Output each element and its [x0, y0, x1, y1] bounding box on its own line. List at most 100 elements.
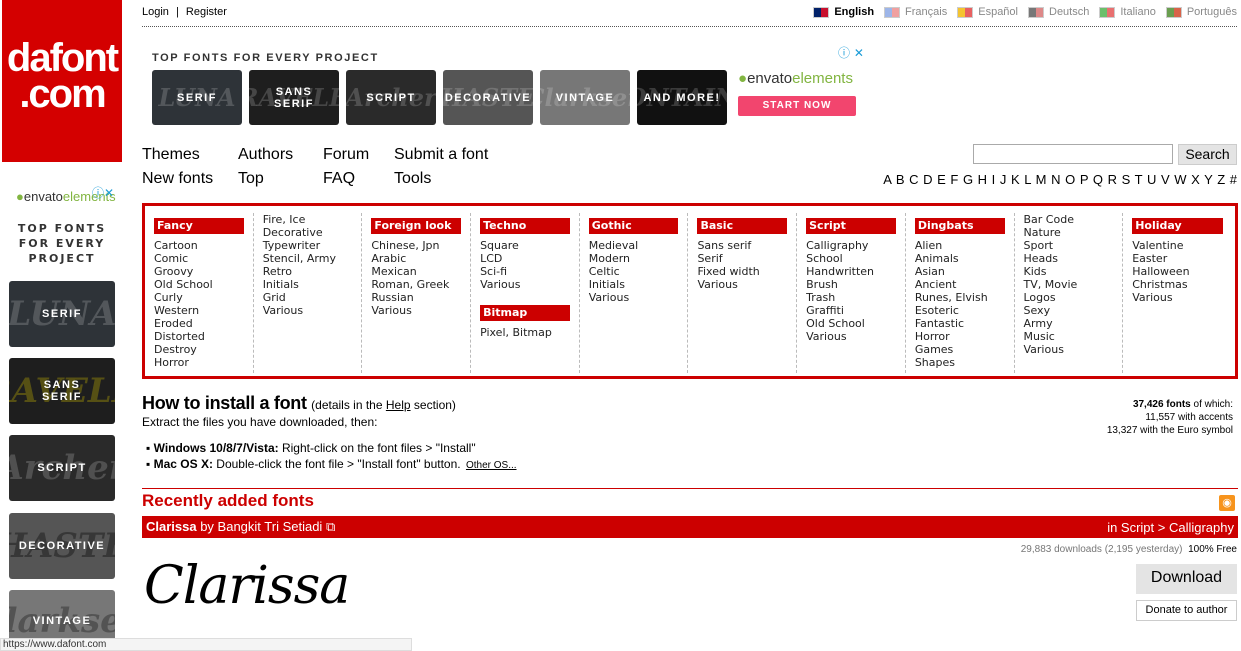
other-os-link[interactable]: Other OS...: [466, 460, 517, 471]
category-link[interactable]: School: [806, 252, 896, 265]
category-link[interactable]: Celtic: [589, 265, 679, 278]
dafont-logo[interactable]: dafont .com: [2, 0, 122, 162]
category-link[interactable]: Russian: [371, 291, 461, 304]
category-link[interactable]: Fixed width: [697, 265, 787, 278]
category-link[interactable]: Arabic: [371, 252, 461, 265]
category-link[interactable]: Cartoon: [154, 239, 244, 252]
nav-themes[interactable]: Themes: [142, 146, 200, 164]
search-button[interactable]: Search: [1178, 144, 1237, 165]
nav-authors[interactable]: Authors: [238, 146, 293, 164]
font-preview[interactable]: Clarissa: [144, 556, 350, 616]
category-link[interactable]: Typewriter: [263, 239, 353, 252]
category-link[interactable]: Trash: [806, 291, 896, 304]
category-link[interactable]: Various: [371, 304, 461, 317]
category-link[interactable]: Destroy: [154, 343, 244, 356]
category-link[interactable]: Graffiti: [806, 304, 896, 317]
login-link[interactable]: Login: [142, 6, 169, 18]
font-category-link[interactable]: in Script > Calligraphy: [1107, 520, 1234, 535]
ad-tile-decorative[interactable]: HASTE DECORATIVE: [443, 70, 533, 125]
category-link[interactable]: Chinese, Jpn: [371, 239, 461, 252]
ad-tile-and-more-[interactable]: FONTAINEAND MORE!: [637, 70, 727, 125]
category-link[interactable]: Various: [697, 278, 787, 291]
category-link[interactable]: Halloween: [1132, 265, 1223, 278]
category-link[interactable]: Sexy: [1024, 304, 1114, 317]
download-button[interactable]: Download: [1136, 564, 1237, 594]
category-link[interactable]: Retro: [263, 265, 353, 278]
category-header[interactable]: Script: [806, 218, 896, 234]
nav-tools[interactable]: Tools: [394, 170, 431, 188]
search-input[interactable]: [973, 144, 1173, 164]
language-1[interactable]: Français: [884, 6, 947, 18]
category-header[interactable]: Fancy: [154, 218, 244, 234]
ad-info-close-icon[interactable]: ⓘ✕: [92, 184, 114, 201]
category-link[interactable]: Runes, Elvish: [915, 291, 1005, 304]
category-link[interactable]: Valentine: [1132, 239, 1223, 252]
external-link-icon[interactable]: ⧉: [326, 519, 335, 534]
category-link[interactable]: Various: [1024, 343, 1114, 356]
ad-tile-vintage[interactable]: ClarksenVINTAGE: [540, 70, 630, 125]
alphabet-index[interactable]: A B C D E F G H I J K L M N O P Q R S T …: [883, 172, 1237, 187]
category-header[interactable]: Bitmap: [480, 305, 570, 321]
category-link[interactable]: Medieval: [589, 239, 679, 252]
category-link[interactable]: Esoteric: [915, 304, 1005, 317]
category-link[interactable]: Christmas: [1132, 278, 1223, 291]
category-link[interactable]: Asian: [915, 265, 1005, 278]
ad-tile-sans-serif[interactable]: TRAVELERSANS SERIF: [249, 70, 339, 125]
ad-tile-serif[interactable]: LUNA SERIF: [152, 70, 242, 125]
ad-info-close-icon[interactable]: ⓘ ✕: [838, 44, 864, 61]
category-link[interactable]: TV, Movie: [1024, 278, 1114, 291]
rss-icon[interactable]: ◉: [1219, 495, 1235, 511]
nav-submit-font[interactable]: Submit a font: [394, 146, 488, 164]
category-link[interactable]: Shapes: [915, 356, 1005, 369]
category-link[interactable]: Bar Code: [1024, 213, 1114, 226]
side-tile-decorative[interactable]: HASTEDECORATIVE: [9, 513, 115, 579]
nav-faq[interactable]: FAQ: [323, 170, 355, 188]
category-link[interactable]: Grid: [263, 291, 353, 304]
start-now-button[interactable]: START NOW: [738, 96, 856, 116]
category-link[interactable]: Old School: [806, 317, 896, 330]
category-link[interactable]: Serif: [697, 252, 787, 265]
category-link[interactable]: Sci-fi: [480, 265, 570, 278]
category-link[interactable]: Various: [480, 278, 570, 291]
category-link[interactable]: Initials: [263, 278, 353, 291]
category-link[interactable]: Modern: [589, 252, 679, 265]
category-link[interactable]: Old School: [154, 278, 244, 291]
category-link[interactable]: Initials: [589, 278, 679, 291]
category-link[interactable]: Nature: [1024, 226, 1114, 239]
category-link[interactable]: Various: [589, 291, 679, 304]
category-link[interactable]: Animals: [915, 252, 1005, 265]
category-header[interactable]: Foreign look: [371, 218, 462, 234]
category-header[interactable]: Basic: [697, 218, 788, 234]
ad-tile-script[interactable]: Archer SCRIPT: [346, 70, 436, 125]
category-link[interactable]: Comic: [154, 252, 244, 265]
font-name-link[interactable]: Clarissa: [146, 519, 197, 534]
category-link[interactable]: Fantastic: [915, 317, 1005, 330]
category-link[interactable]: Groovy: [154, 265, 244, 278]
language-5[interactable]: Português: [1165, 6, 1237, 18]
nav-top[interactable]: Top: [238, 170, 264, 188]
category-link[interactable]: Sans serif: [697, 239, 787, 252]
language-0[interactable]: English: [813, 6, 874, 18]
side-tile-sans-serif[interactable]: TRAVELERSANS SERIF: [9, 358, 115, 424]
category-link[interactable]: Heads: [1024, 252, 1114, 265]
side-tile-script[interactable]: ArcherSCRIPT: [9, 435, 115, 501]
category-link[interactable]: Kids: [1024, 265, 1114, 278]
category-link[interactable]: Square: [480, 239, 570, 252]
category-link[interactable]: Mexican: [371, 265, 461, 278]
category-link[interactable]: Stencil, Army: [263, 252, 353, 265]
category-header[interactable]: Gothic: [588, 218, 679, 234]
category-link[interactable]: Various: [1132, 291, 1223, 304]
category-link[interactable]: Pixel, Bitmap: [480, 326, 570, 339]
category-link[interactable]: Alien: [915, 239, 1005, 252]
category-link[interactable]: Horror: [154, 356, 244, 369]
category-link[interactable]: Western: [154, 304, 244, 317]
category-link[interactable]: Fire, Ice: [263, 213, 353, 226]
author-link[interactable]: by Bangkit Tri Setiadi: [197, 519, 322, 534]
language-3[interactable]: Deutsch: [1028, 6, 1089, 18]
nav-forum[interactable]: Forum: [323, 146, 369, 164]
category-link[interactable]: Easter: [1132, 252, 1223, 265]
category-link[interactable]: Various: [806, 330, 896, 343]
nav-new-fonts[interactable]: New fonts: [142, 170, 213, 188]
category-link[interactable]: Horror: [915, 330, 1005, 343]
category-link[interactable]: Curly: [154, 291, 244, 304]
